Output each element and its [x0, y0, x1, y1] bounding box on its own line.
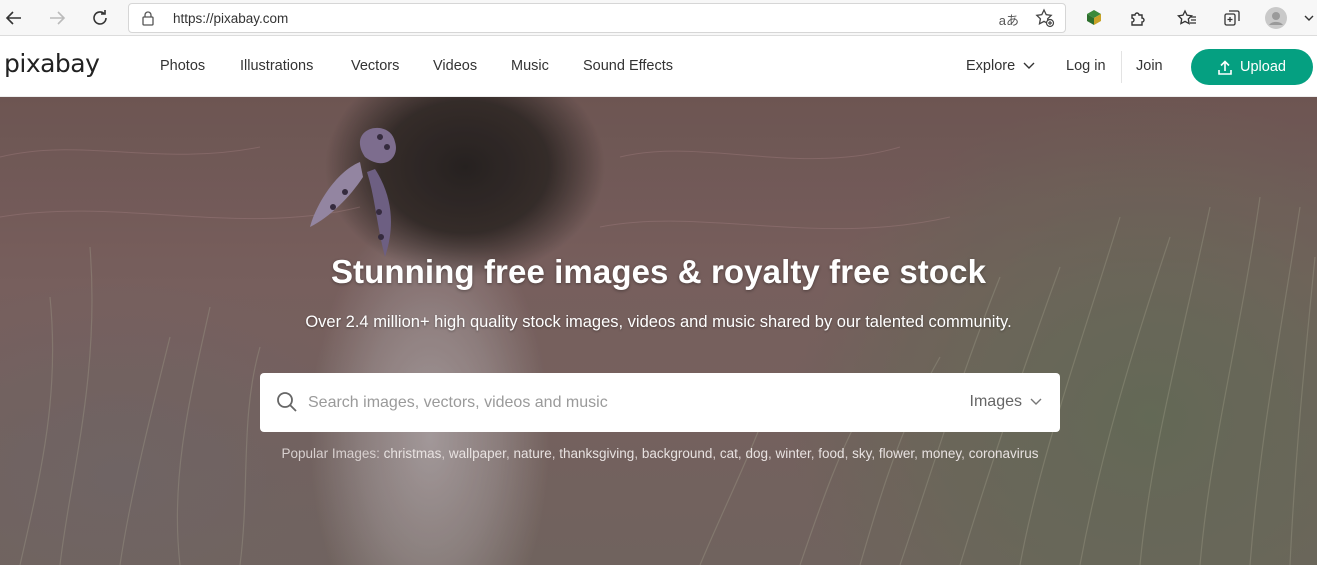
profile-avatar-icon[interactable] — [1262, 4, 1290, 32]
popular-tag-link[interactable]: coronavirus — [969, 446, 1039, 461]
popular-tag-link[interactable]: sky — [852, 446, 871, 461]
nav-photos[interactable]: Photos — [160, 58, 205, 74]
nav-vectors[interactable]: Vectors — [351, 58, 399, 74]
popular-tag-link[interactable]: flower — [879, 446, 914, 461]
url-text[interactable]: https://pixabay.com — [173, 11, 288, 26]
browser-toolbar: https://pixabay.com aあ — [0, 0, 1317, 36]
login-link[interactable]: Log in — [1066, 58, 1106, 74]
popular-tag-link[interactable]: christmas — [384, 446, 442, 461]
upload-button[interactable]: Upload — [1191, 49, 1313, 85]
chevron-down-icon — [1023, 58, 1035, 74]
join-link[interactable]: Join — [1136, 58, 1163, 74]
nav-illustrations[interactable]: Illustrations — [240, 58, 313, 74]
popular-tag-link[interactable]: food — [818, 446, 844, 461]
popular-searches: Popular Images: christmas, wallpaper, na… — [280, 444, 1040, 463]
collections-icon[interactable] — [1218, 4, 1246, 32]
hero-title: Stunning free images & royalty free stoc… — [330, 253, 987, 290]
popular-tag-link[interactable]: thanksgiving — [559, 446, 634, 461]
site-header: pixabay Photos Illustrations Vectors Vid… — [0, 37, 1317, 97]
lock-icon[interactable] — [141, 10, 155, 31]
nav-sound-effects[interactable]: Sound Effects — [583, 58, 673, 74]
popular-tag-link[interactable]: background — [642, 446, 713, 461]
hero-subtitle: Over 2.4 million+ high quality stock ima… — [305, 313, 1012, 331]
add-favorite-icon[interactable] — [1035, 8, 1055, 33]
nav-music[interactable]: Music — [511, 58, 549, 74]
popular-tags: christmas, wallpaper, nature, thanksgivi… — [383, 446, 1039, 461]
forward-button[interactable] — [43, 4, 71, 32]
search-input[interactable] — [308, 387, 948, 419]
pixabay-logo[interactable]: pixabay — [4, 49, 100, 78]
back-arrow-icon — [5, 11, 21, 25]
hero-section: Stunning free images & royalty free stoc… — [0, 97, 1317, 565]
nav-videos[interactable]: Videos — [433, 58, 477, 74]
popular-tag-link[interactable]: nature — [513, 446, 551, 461]
popular-tag-link[interactable]: cat — [720, 446, 738, 461]
refresh-button[interactable] — [86, 4, 114, 32]
forward-arrow-icon — [50, 11, 66, 25]
popular-label: Popular Images: — [281, 446, 380, 461]
favorites-icon[interactable] — [1173, 4, 1201, 32]
popular-tag-link[interactable]: winter — [775, 446, 810, 461]
chevron-down-icon — [1030, 398, 1042, 405]
refresh-icon — [93, 10, 107, 25]
menu-more-icon[interactable] — [1300, 4, 1317, 32]
puzzle-extensions-icon[interactable] — [1124, 4, 1152, 32]
extension-icon[interactable] — [1080, 4, 1108, 32]
upload-label: Upload — [1240, 59, 1286, 75]
popular-tag-link[interactable]: money — [922, 446, 962, 461]
read-aloud-icon[interactable]: aあ — [999, 10, 1019, 29]
address-bar[interactable]: https://pixabay.com aあ — [128, 3, 1066, 33]
popular-tag-link[interactable]: dog — [745, 446, 768, 461]
search-type-label: Images — [969, 393, 1022, 410]
explore-label: Explore — [966, 58, 1016, 74]
upload-icon — [1218, 59, 1232, 75]
search-icon[interactable] — [276, 391, 298, 418]
explore-menu[interactable]: Explore — [966, 58, 1035, 74]
back-button[interactable] — [0, 4, 28, 32]
search-bar: Images — [260, 373, 1060, 432]
popular-tag-link[interactable]: wallpaper — [449, 446, 506, 461]
header-divider — [1121, 51, 1122, 83]
search-type-select[interactable]: Images — [970, 393, 1042, 411]
